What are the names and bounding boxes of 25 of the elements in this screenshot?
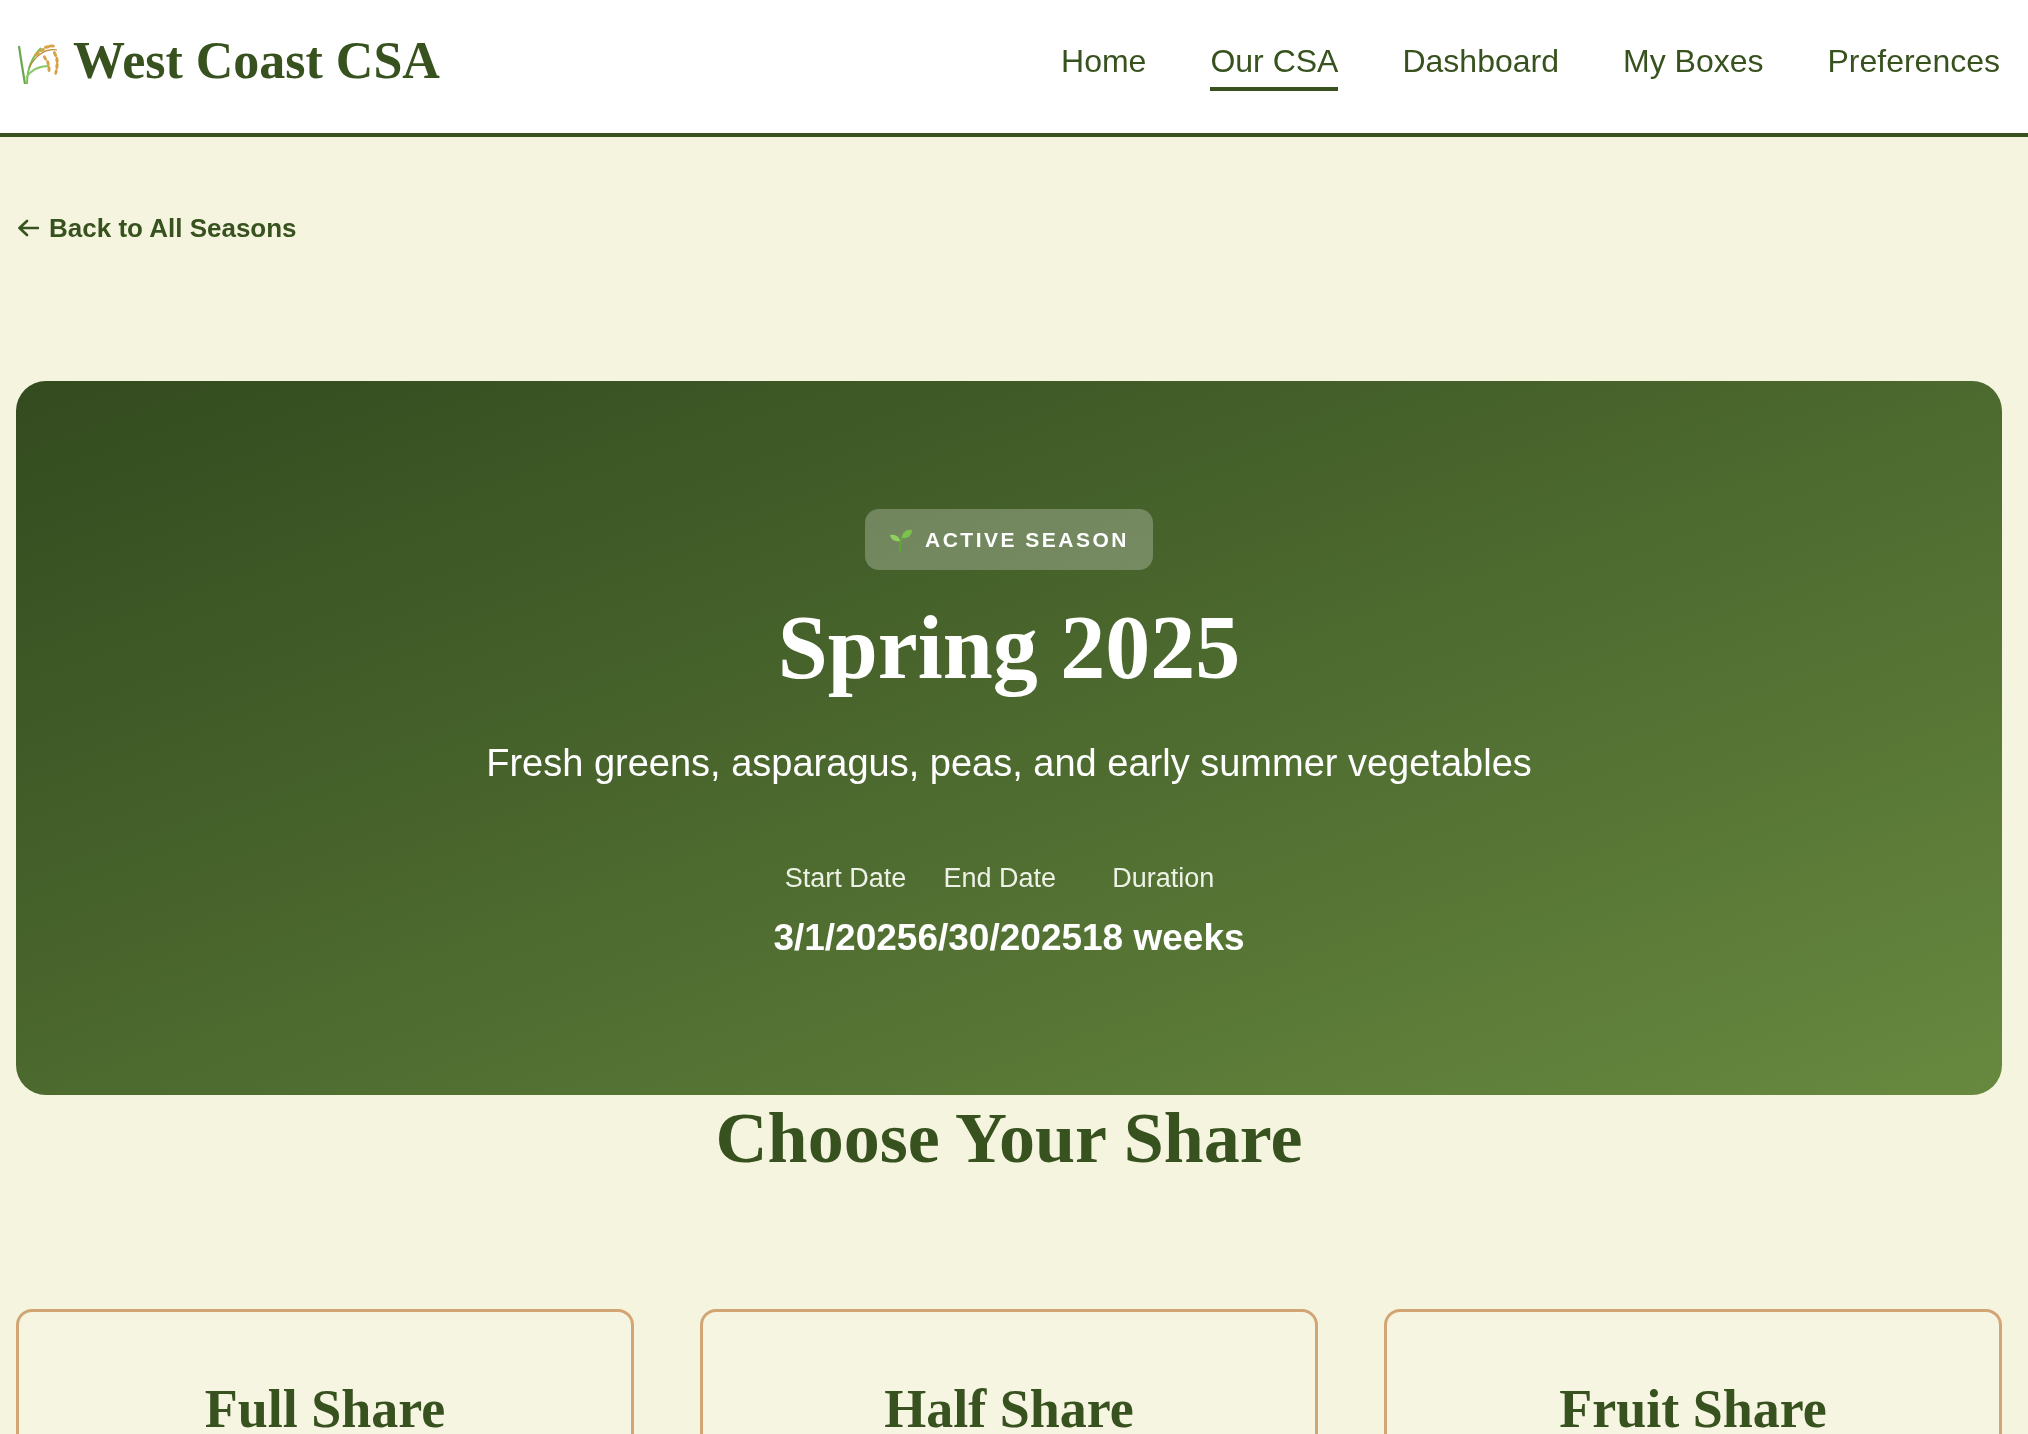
nav-link[interactable]: Preferences — [1827, 30, 2000, 91]
nav-link[interactable]: Dashboard — [1402, 30, 1559, 91]
site-logo-text[interactable]: West Coast CSA — [73, 34, 440, 87]
detail-value: 3/1/2025 — [773, 916, 918, 960]
detail-label: End Date — [943, 862, 1057, 895]
nav-link[interactable]: Our CSA — [1210, 30, 1339, 91]
section-heading: Choose Your Share — [714, 1097, 1304, 1180]
share-card[interactable]: Fruit Share — [1384, 1309, 2002, 1434]
arrow-left-icon — [17, 219, 39, 237]
detail-value: 6/30/2025 — [917, 916, 1083, 960]
season-title: Spring 2025 — [777, 597, 1241, 699]
share-title: Half Share — [884, 1378, 1134, 1434]
detail-value: 18 weeks — [1082, 916, 1245, 960]
badge-label: ACTIVE SEASON — [925, 526, 1129, 553]
nav-link[interactable]: Home — [1061, 30, 1147, 91]
share-card[interactable]: Full Share — [16, 1309, 634, 1434]
back-link[interactable]: Back to All Seasons — [17, 213, 297, 243]
nav-link[interactable]: My Boxes — [1623, 30, 1764, 91]
sprout-icon — [889, 527, 913, 552]
share-card[interactable]: Half Share — [700, 1309, 1318, 1434]
detail-label: Duration — [1112, 862, 1215, 895]
season-description: Fresh greens, asparagus, peas, and early summer vegetables — [486, 741, 1532, 786]
share-title: Full Share — [204, 1378, 446, 1434]
share-title: Fruit Share — [1559, 1378, 1827, 1434]
detail-label: Start Date — [784, 862, 907, 895]
